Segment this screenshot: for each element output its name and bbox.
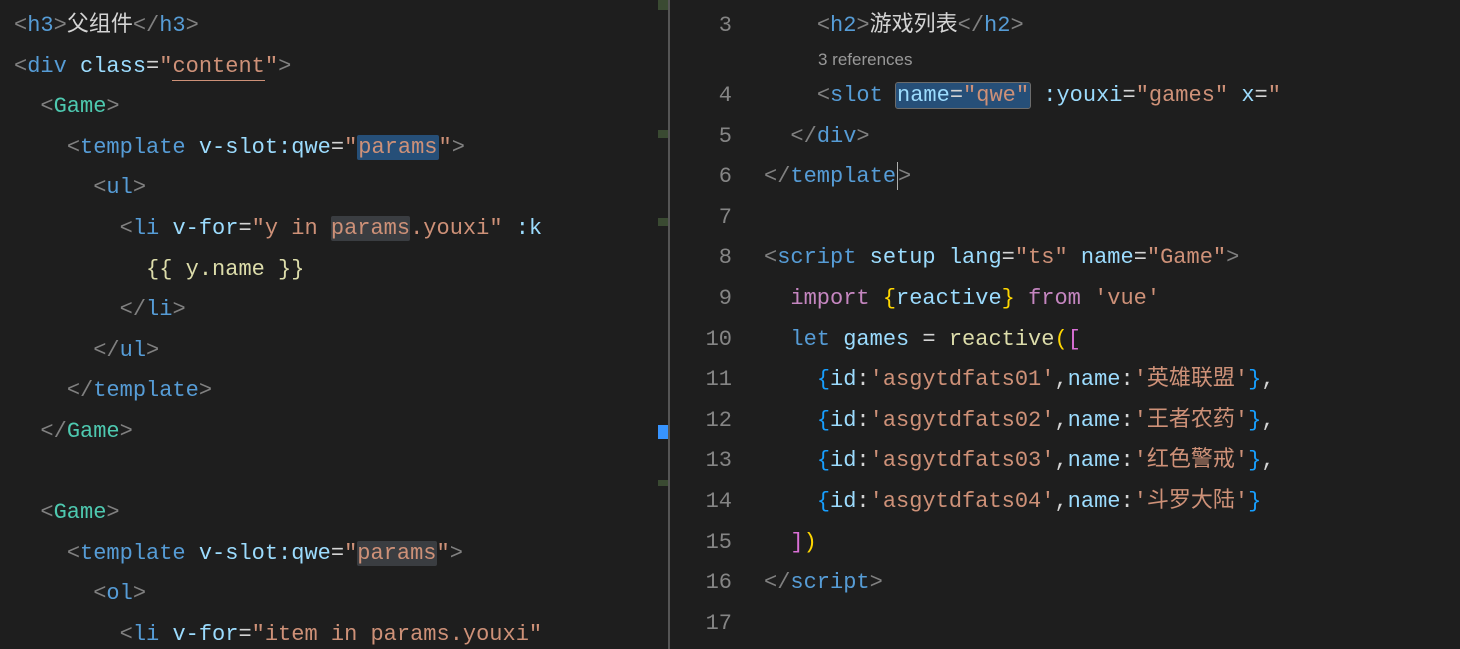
- code-line[interactable]: </template>: [764, 157, 1460, 198]
- code-line[interactable]: </li>: [14, 290, 656, 331]
- code-line[interactable]: <div class="content">: [14, 47, 656, 88]
- code-line[interactable]: <Game>: [14, 493, 656, 534]
- code-line[interactable]: </ul>: [14, 331, 656, 372]
- code-line[interactable]: <template v-slot:qwe="params">: [14, 534, 656, 575]
- code-area-right[interactable]: <h2>游戏列表</h2> 3 references <slot name="q…: [764, 0, 1460, 649]
- line-number[interactable]: 8: [672, 238, 732, 279]
- code-line[interactable]: <slot name="qwe" :youxi="games" x=": [764, 76, 1460, 117]
- editor-splitter[interactable]: [668, 0, 670, 649]
- editor-pane-right[interactable]: 3 4 5 6 7 8 9 10 11 12 13 14 15 16 17 <h…: [668, 0, 1460, 649]
- code-line[interactable]: ]): [764, 523, 1460, 564]
- code-line[interactable]: <ul>: [14, 168, 656, 209]
- codelens-references[interactable]: 3 references: [818, 48, 913, 72]
- code-line[interactable]: <script setup lang="ts" name="Game">: [764, 238, 1460, 279]
- line-number[interactable]: 10: [672, 320, 732, 361]
- line-number[interactable]: 4: [672, 76, 732, 117]
- code-line[interactable]: </script>: [764, 563, 1460, 604]
- line-number[interactable]: 15: [672, 523, 732, 564]
- line-number[interactable]: 16: [672, 563, 732, 604]
- line-number[interactable]: 6: [672, 157, 732, 198]
- line-number[interactable]: 13: [672, 441, 732, 482]
- code-line[interactable]: <Game>: [14, 87, 656, 128]
- editor-pane-left[interactable]: <h3>父组件</h3> <div class="content"> <Game…: [0, 0, 668, 649]
- line-number[interactable]: 7: [672, 198, 732, 239]
- line-number[interactable]: 3: [672, 6, 732, 47]
- code-line[interactable]: {id:'asgytdfats01',name:'英雄联盟'},: [764, 360, 1460, 401]
- code-line[interactable]: <li v-for="y in params.youxi" :k: [14, 209, 656, 250]
- code-line[interactable]: let games = reactive([: [764, 320, 1460, 361]
- code-line[interactable]: <template v-slot:qwe="params">: [14, 128, 656, 169]
- code-line[interactable]: <li v-for="item in params.youxi": [14, 615, 656, 649]
- line-number[interactable]: 17: [672, 604, 732, 645]
- code-line[interactable]: </Game>: [14, 412, 656, 453]
- code-line[interactable]: <h2>游戏列表</h2>: [764, 6, 1460, 47]
- line-number[interactable]: 9: [672, 279, 732, 320]
- code-line[interactable]: {id:'asgytdfats02',name:'王者农药'},: [764, 401, 1460, 442]
- line-number[interactable]: 5: [672, 117, 732, 158]
- line-number[interactable]: 14: [672, 482, 732, 523]
- line-number[interactable]: 11: [672, 360, 732, 401]
- line-number[interactable]: 12: [672, 401, 732, 442]
- code-line[interactable]: {id:'asgytdfats04',name:'斗罗大陆'}: [764, 482, 1460, 523]
- code-area-left[interactable]: <h3>父组件</h3> <div class="content"> <Game…: [14, 0, 656, 649]
- gutter-right[interactable]: 3 4 5 6 7 8 9 10 11 12 13 14 15 16 17: [668, 0, 758, 649]
- code-line[interactable]: import {reactive} from 'vue': [764, 279, 1460, 320]
- code-line[interactable]: </div>: [764, 117, 1460, 158]
- code-line[interactable]: <ol>: [14, 574, 656, 615]
- code-line[interactable]: <h3>父组件</h3>: [14, 6, 656, 47]
- code-line[interactable]: {{ y.name }}: [14, 250, 656, 291]
- code-line[interactable]: </template>: [14, 371, 656, 412]
- minimap-left[interactable]: [658, 0, 668, 649]
- code-line[interactable]: {id:'asgytdfats03',name:'红色警戒'},: [764, 441, 1460, 482]
